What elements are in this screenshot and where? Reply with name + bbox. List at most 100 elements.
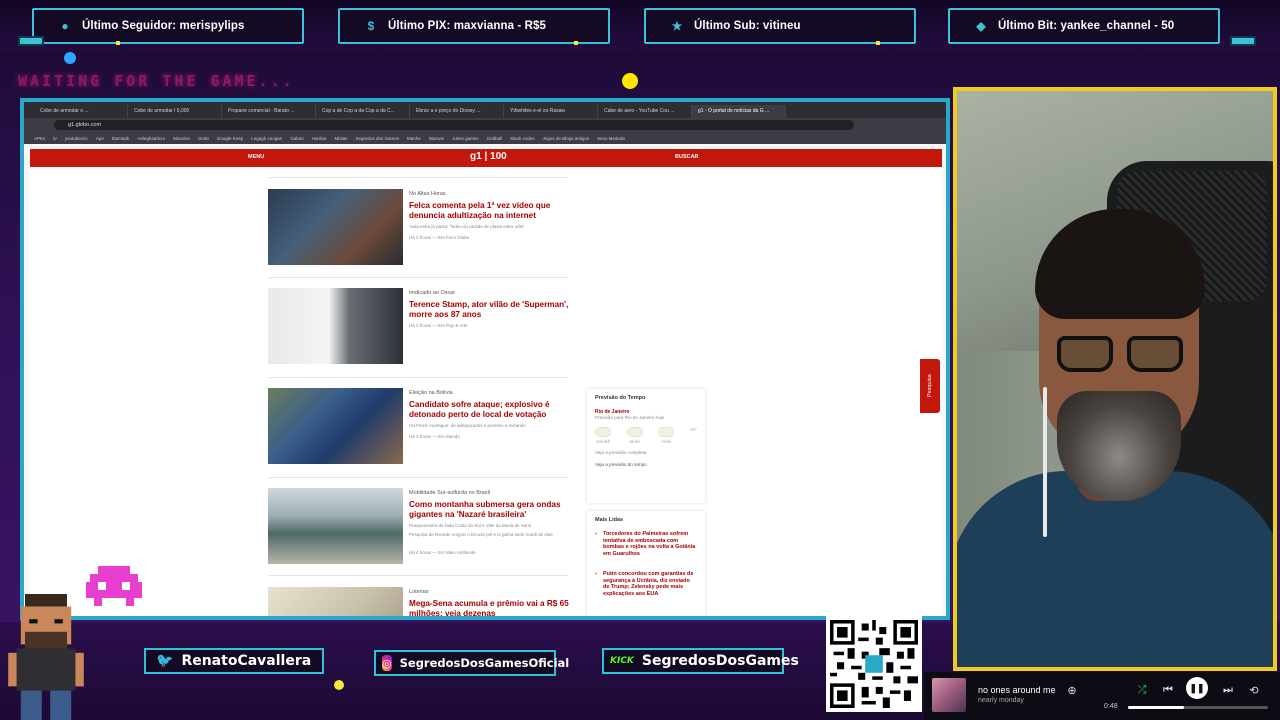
qr-url: livepix.gg/segredosdosgames (826, 603, 919, 610)
most-read-item[interactable]: Torcedores do Palmeiras sofrem tentativa… (595, 531, 697, 557)
g1-menu-button[interactable]: MENU (248, 154, 264, 160)
news-meta: Pesquisa de Recedo resgrar o Ercosn pel … (409, 532, 553, 537)
news-headline[interactable]: Candidato sofre ataque; explosivo é deto… (409, 400, 574, 419)
corner-tab-left (18, 36, 44, 46)
bookmark[interactable]: Jukes games (452, 136, 479, 141)
alert-last-pix: $ Último PIX: maxvianna - R$5 (338, 8, 610, 44)
browser-tab[interactable]: Cop a de Cop a da Cop a da C... (316, 105, 410, 118)
star-icon: ★ (671, 19, 683, 33)
weather-card: Previsão do Tempo Rio de Janeiro Previsã… (587, 389, 705, 503)
song-title: no ones around me (978, 685, 1056, 695)
weather-link[interactable]: Veja a previsão do tempo (595, 462, 697, 468)
news-meta: Há 3 horas — Em Foco Globo (409, 235, 470, 240)
next-icon[interactable]: ⏭ (1220, 682, 1236, 698)
bookmark[interactable]: youtubecnc (65, 136, 88, 141)
news-item[interactable]: No Altas Horas Felca comenta pela 1ª vez… (268, 189, 578, 269)
bookmark[interactable]: Sexo Medede (597, 136, 625, 141)
g1-page: No Altas Horas Felca comenta pela 1ª vez… (30, 167, 942, 616)
bookmark[interactable]: Onde (198, 136, 209, 141)
previous-icon[interactable]: ⏮ (1160, 682, 1176, 698)
yellow-dot (334, 680, 344, 690)
most-read-title: Mais Lidas (595, 517, 624, 523)
bookmark[interactable]: Google Keep (217, 136, 243, 141)
divider (268, 177, 568, 178)
weather-summary: Previsão para Rio de Janeiro hoje (595, 415, 665, 420)
instagram-icon: ◎ (382, 655, 392, 671)
news-headline[interactable]: Mega-Sena acumula e prêmio vai a R$ 65 m… (409, 599, 574, 616)
bookmark[interactable]: Ape (96, 136, 104, 141)
alert-last-follower: ● Último Seguidor: merispylips (32, 8, 304, 44)
alert-last-follower-text: Último Seguidor: merispylips (82, 20, 245, 32)
most-read-item[interactable]: Putin concordou com garantias de seguran… (595, 571, 697, 597)
yellow-dot (116, 41, 120, 45)
browser-tab-active[interactable]: g1 - O portal de notícias da G ... (692, 105, 786, 118)
news-thumbnail[interactable] (268, 587, 403, 616)
bookmark[interactable]: Hardue (312, 136, 327, 141)
social-kick[interactable]: KICK SegredosDosGames (602, 648, 799, 674)
news-item[interactable]: Loterias Mega-Sena acumula e prêmio vai … (268, 587, 578, 616)
album-art (932, 678, 966, 712)
shuffle-icon[interactable]: ⤮ (1134, 682, 1150, 698)
news-headline[interactable]: Terence Stamp, ator vilão de 'Superman',… (409, 300, 574, 319)
alert-last-sub: ★ Último Sub: vitineu (644, 8, 916, 44)
browser-tab[interactable]: Ebrav a e preço do Disney ... (410, 105, 504, 118)
webcam-glasses (1127, 336, 1183, 372)
weather-period: tarde (626, 427, 643, 444)
browser-tab[interactable]: Cabe de aero - YouTube Cou ... (598, 105, 692, 118)
news-headline[interactable]: Felca comenta pela 1ª vez vídeo que denu… (409, 201, 574, 220)
bookmark[interactable]: APKs (34, 136, 45, 141)
dollar-icon: $ (367, 19, 375, 33)
divider (268, 575, 568, 576)
cloud-sun-icon (658, 427, 675, 437)
bookmark[interactable]: Mouvies (173, 136, 190, 141)
bookmark[interactable]: Slash codes (510, 136, 535, 141)
social-instagram[interactable]: ◎ SegredosDosGamesOficial (374, 650, 569, 676)
news-thumbnail[interactable] (268, 488, 403, 564)
news-item[interactable]: Eleição na Bolívia Candidato sofre ataqu… (268, 388, 578, 468)
webcam-earbud-cable (1043, 387, 1047, 537)
news-thumbnail[interactable] (268, 388, 403, 464)
progress-bar[interactable] (1128, 706, 1268, 709)
bookmark[interactable]: tv (53, 136, 57, 141)
pause-button[interactable]: ❚❚ (1186, 677, 1208, 699)
news-thumbnail[interactable] (268, 189, 403, 265)
instagram-handle: SegredosDosGamesOficial (399, 656, 570, 670)
browser-tab[interactable]: Cobe de armodar o ... (34, 105, 128, 118)
bookmark[interactable]: Aeleghaddcro (137, 136, 165, 141)
bookmark[interactable]: Legagh ceogan (251, 136, 282, 141)
news-meta: Há 3 horas — Em Mundo (409, 434, 460, 439)
music-player: no ones around me nearly monday ⊕ ⤮ ⏮ ❚❚… (924, 672, 1280, 720)
webcam-feed (953, 87, 1277, 671)
news-headline[interactable]: Como montanha submersa gera ondas gigant… (409, 500, 574, 519)
g1-search-button[interactable]: BUSCAR (675, 154, 699, 160)
browser-tab[interactable]: Propane comercial - Barato ... (222, 105, 316, 118)
bookmark[interactable]: Manhe (407, 136, 421, 141)
feedback-tab[interactable]: Pesquisa (920, 359, 940, 413)
kick-handle: SegredosDosGames (641, 653, 799, 669)
bookmark[interactable]: Mazwin (429, 136, 444, 141)
webcam-shirt (957, 471, 1273, 667)
bookmark[interactable]: Mistas (335, 136, 348, 141)
g1-header: MENU g1 | 100 BUSCAR (30, 149, 942, 167)
news-item[interactable]: Imdicado ao Oscar Terence Stamp, ator vi… (268, 288, 578, 368)
bookmark[interactable]: Gaboo (290, 136, 304, 141)
social-twitter[interactable]: 🐦 RenatoCavallera (144, 648, 324, 674)
news-thumbnail[interactable] (268, 288, 403, 364)
repeat-icon[interactable]: ⟲ (1246, 682, 1262, 698)
bookmark[interactable]: Segredos dos Games (356, 136, 400, 141)
bookmark[interactable]: Gridball (487, 136, 503, 141)
song-artist: nearly monday (978, 697, 1024, 704)
qr-code[interactable] (826, 616, 922, 712)
browser-capture: Cobe de armodar o ... Cobe de armodar l … (20, 98, 950, 620)
browser-tab[interactable]: Ytbwhites e-el oo Rasaw (504, 105, 598, 118)
g1-logo[interactable]: g1 | 100 (470, 151, 507, 162)
address-bar: g1.globo.com (24, 118, 946, 132)
news-meta: Praaprocentra de fada Costa do Sul e Val… (409, 523, 531, 528)
url-input[interactable]: g1.globo.com (54, 120, 854, 130)
bookmark[interactable]: tttamaah (112, 136, 130, 141)
add-icon[interactable]: ⊕ (1064, 682, 1080, 698)
bookmark[interactable]: Jogos de Blogs antigos (543, 136, 590, 141)
progress-fill (1128, 706, 1184, 709)
browser-tab[interactable]: Cobe de armodar l 5,000 (128, 105, 222, 118)
news-item[interactable]: Mobilidade Sur-sulfurda no Brasil Como m… (268, 488, 578, 568)
